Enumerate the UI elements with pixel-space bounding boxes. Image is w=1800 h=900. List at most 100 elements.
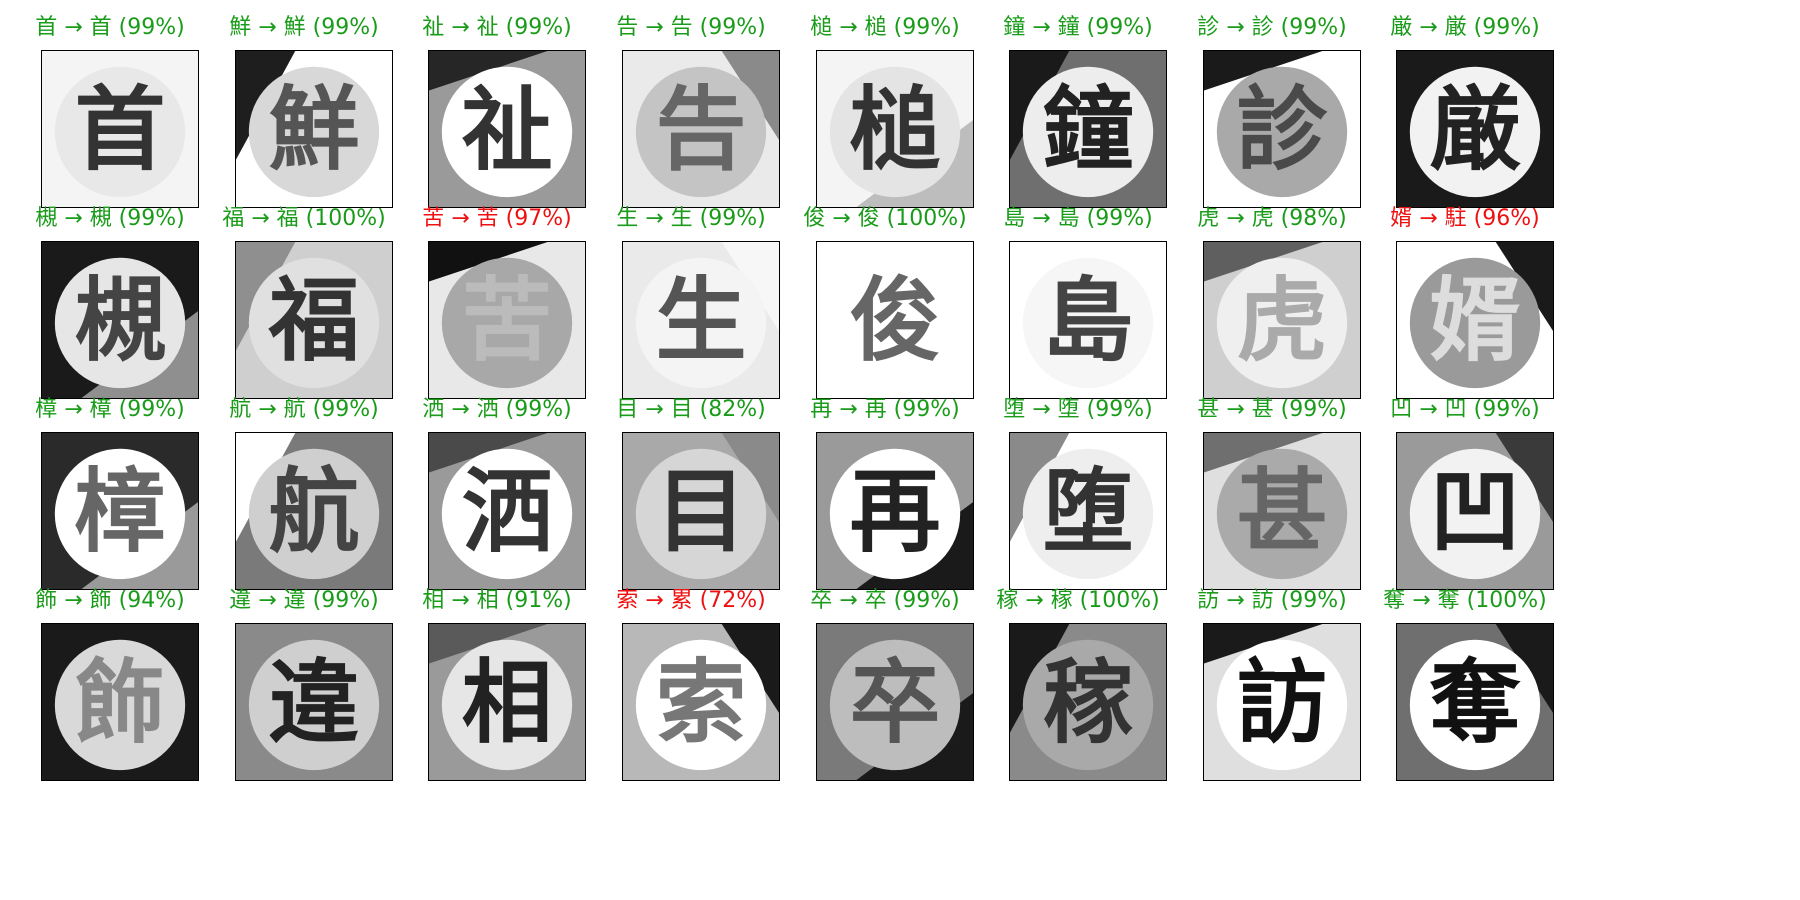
character-glyph: 飾 (75, 651, 166, 756)
prediction-caption: 奪 → 奪 (100%) (1383, 588, 1547, 613)
sample-cell: 相 → 相 (91%) 相 (402, 573, 592, 781)
character-glyph: 俊 (850, 269, 941, 374)
prediction-caption: 洒 → 洒 (99%) (422, 397, 572, 422)
character-image-svg: 首 (42, 51, 198, 207)
sample-cell: 堕 → 堕 (99%) 堕 (983, 382, 1173, 590)
prediction-caption: 訪 → 訪 (99%) (1197, 588, 1347, 613)
prediction-caption: 索 → 累 (72%) (616, 588, 766, 613)
character-image-svg: 槻 (42, 242, 198, 398)
sample-cell: 首 → 首 (99%) 首 (15, 0, 205, 208)
character-image: 洒 (428, 432, 586, 590)
character-image: 診 (1203, 50, 1361, 208)
prediction-caption: 違 → 違 (99%) (229, 588, 379, 613)
character-image: 再 (816, 432, 974, 590)
character-glyph: 卒 (850, 651, 941, 756)
character-image: 厳 (1396, 50, 1554, 208)
sample-cell: 索 → 累 (72%) 索 (596, 573, 786, 781)
sample-cell: 稼 → 稼 (100%) 稼 (983, 573, 1173, 781)
character-image: 奪 (1396, 623, 1554, 781)
character-image-svg: 厳 (1397, 51, 1553, 207)
character-image-svg: 再 (817, 433, 973, 589)
character-glyph: 虎 (1237, 269, 1328, 374)
prediction-caption: 再 → 再 (99%) (810, 397, 960, 422)
prediction-caption: 航 → 航 (99%) (229, 397, 379, 422)
character-glyph: 福 (268, 269, 360, 374)
character-image-svg: 相 (429, 624, 585, 780)
character-glyph: 稼 (1043, 651, 1134, 756)
character-glyph: 奪 (1430, 651, 1522, 756)
character-image-svg: 目 (623, 433, 779, 589)
prediction-caption: 凹 → 凹 (99%) (1390, 397, 1540, 422)
character-image-svg: 生 (623, 242, 779, 398)
sample-cell: 飾 → 飾 (94%) 飾 (15, 573, 205, 781)
character-image-svg: 診 (1204, 51, 1360, 207)
prediction-caption: 卒 → 卒 (99%) (810, 588, 960, 613)
character-image: 訪 (1203, 623, 1361, 781)
character-glyph: 再 (850, 460, 941, 565)
character-image: 鐘 (1009, 50, 1167, 208)
character-image-svg: 婿 (1397, 242, 1553, 398)
character-image: 祉 (428, 50, 586, 208)
sample-cell: 厳 → 厳 (99%) 厳 (1370, 0, 1560, 208)
character-image: 堕 (1009, 432, 1167, 590)
sample-cell: 甚 → 甚 (99%) 甚 (1177, 382, 1367, 590)
prediction-caption: 告 → 告 (99%) (616, 15, 766, 40)
character-image: 島 (1009, 241, 1167, 399)
character-glyph: 堕 (1043, 460, 1134, 565)
prediction-caption: 生 → 生 (99%) (616, 206, 766, 231)
sample-cell: 凹 → 凹 (99%) 凹 (1370, 382, 1560, 590)
character-image-svg: 樟 (42, 433, 198, 589)
character-glyph: 目 (656, 460, 747, 565)
sample-cell: 俊 → 俊 (100%) 俊 (790, 191, 980, 399)
prediction-caption: 稼 → 稼 (100%) (996, 588, 1160, 613)
character-image-svg: 甚 (1204, 433, 1360, 589)
prediction-caption: 鐘 → 鐘 (99%) (1003, 15, 1153, 40)
prediction-caption: 厳 → 厳 (99%) (1390, 15, 1540, 40)
character-glyph: 甚 (1237, 460, 1328, 565)
character-glyph: 航 (269, 460, 360, 565)
prediction-caption: 樟 → 樟 (99%) (35, 397, 185, 422)
sample-cell: 苦 → 苦 (97%) 苦 (402, 191, 592, 399)
sample-cell: 航 → 航 (99%) 航 (209, 382, 399, 590)
character-glyph: 婿 (1430, 269, 1521, 374)
sample-cell: 鮮 → 鮮 (99%) 鮮 (209, 0, 399, 208)
character-image: 苦 (428, 241, 586, 399)
character-image-svg: 島 (1010, 242, 1166, 398)
character-glyph: 祉 (462, 78, 553, 183)
sample-cell: 再 → 再 (99%) 再 (790, 382, 980, 590)
character-image-svg: 奪 (1397, 624, 1553, 780)
sample-cell: 違 → 違 (99%) 違 (209, 573, 399, 781)
sample-cell: 槌 → 槌 (99%) 槌 (790, 0, 980, 208)
character-image-svg: 槌 (817, 51, 973, 207)
prediction-caption: 飾 → 飾 (94%) (35, 588, 185, 613)
character-glyph: 苦 (462, 269, 553, 374)
prediction-caption: 福 → 福 (100%) (222, 206, 386, 231)
character-glyph: 洒 (462, 460, 553, 565)
prediction-caption: 虎 → 虎 (98%) (1197, 206, 1347, 231)
sample-cell: 虎 → 虎 (98%) 虎 (1177, 191, 1367, 399)
sample-cell: 洒 → 洒 (99%) 洒 (402, 382, 592, 590)
prediction-caption: 苦 → 苦 (97%) (422, 206, 572, 231)
character-image: 甚 (1203, 432, 1361, 590)
character-image: 鮮 (235, 50, 393, 208)
character-image-svg: 索 (623, 624, 779, 780)
prediction-caption: 俊 → 俊 (100%) (803, 206, 967, 231)
sample-cell: 卒 → 卒 (99%) 卒 (790, 573, 980, 781)
character-image-svg: 稼 (1010, 624, 1166, 780)
sample-cell: 婿 → 駐 (96%) 婿 (1370, 191, 1560, 399)
prediction-caption: 鮮 → 鮮 (99%) (229, 15, 379, 40)
character-image-svg: 福 (236, 242, 392, 398)
sample-cell: 祉 → 祉 (99%) 祉 (402, 0, 592, 208)
character-image: 違 (235, 623, 393, 781)
character-image-svg: 違 (236, 624, 392, 780)
character-image: 航 (235, 432, 393, 590)
character-image: 槌 (816, 50, 974, 208)
sample-cell: 樟 → 樟 (99%) 樟 (15, 382, 205, 590)
character-image: 卒 (816, 623, 974, 781)
character-image-svg: 祉 (429, 51, 585, 207)
character-glyph: 槌 (850, 78, 941, 183)
character-image: 稼 (1009, 623, 1167, 781)
character-glyph: 生 (656, 269, 747, 374)
prediction-caption: 祉 → 祉 (99%) (422, 15, 572, 40)
character-glyph: 槻 (75, 269, 166, 374)
